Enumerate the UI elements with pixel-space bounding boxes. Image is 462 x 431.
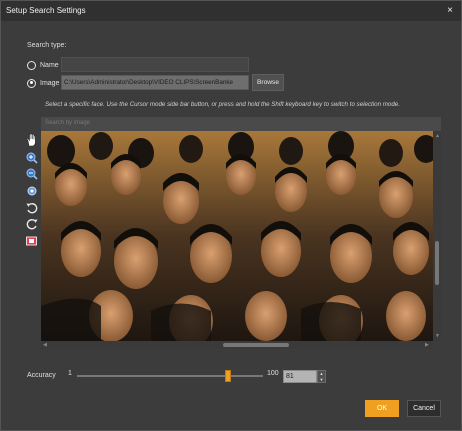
- vertical-scrollbar[interactable]: ▲ ▼: [433, 131, 441, 341]
- image-preview[interactable]: [41, 131, 433, 341]
- window-title: Setup Search Settings: [6, 6, 86, 15]
- spin-down-icon[interactable]: ▼: [318, 377, 325, 382]
- zoom-out-icon[interactable]: [25, 167, 39, 181]
- image-radio-option[interactable]: Image: [27, 76, 59, 90]
- accuracy-max-label: 100: [267, 370, 279, 377]
- image-radio[interactable]: [27, 78, 36, 88]
- ok-button[interactable]: OK: [365, 400, 399, 417]
- zoom-in-icon[interactable]: [25, 151, 39, 165]
- vertical-scroll-thumb[interactable]: [435, 241, 439, 285]
- fit-icon[interactable]: [25, 184, 39, 198]
- accuracy-value-input[interactable]: 81: [283, 370, 317, 383]
- image-header: Search by image: [41, 117, 441, 131]
- clear-selection-icon[interactable]: [25, 234, 39, 248]
- accuracy-min-label: 1: [68, 370, 72, 377]
- instruction-text: Select a specific face. Use the Cursor m…: [45, 101, 400, 108]
- accuracy-spinner: ▲ ▼: [317, 370, 326, 383]
- title-bar: Setup Search Settings ×: [1, 1, 461, 21]
- spin-up-icon[interactable]: ▲: [318, 371, 325, 376]
- close-icon[interactable]: ×: [447, 5, 453, 16]
- crowd-photo: [41, 131, 433, 341]
- horizontal-scrollbar[interactable]: ◀ ▶: [41, 341, 433, 349]
- scroll-left-arrow-icon[interactable]: ◀: [43, 342, 47, 348]
- accuracy-slider-track[interactable]: [77, 375, 263, 377]
- name-field[interactable]: [61, 57, 249, 72]
- search-type-label: Search type:: [27, 42, 67, 49]
- cancel-button[interactable]: Cancel: [407, 400, 441, 417]
- hand-cursor-icon[interactable]: [25, 133, 39, 147]
- name-radio-label: Name: [40, 61, 59, 69]
- horizontal-scroll-thumb[interactable]: [223, 343, 289, 347]
- name-radio[interactable]: [27, 60, 36, 70]
- accuracy-slider-thumb[interactable]: [224, 370, 231, 382]
- image-path-field[interactable]: C:\Users\Administrator\Desktop\VIDEO CLI…: [61, 75, 249, 90]
- image-radio-label: Image: [40, 79, 60, 87]
- rotate-right-icon[interactable]: [25, 217, 39, 231]
- scroll-up-arrow-icon[interactable]: ▲: [435, 133, 440, 139]
- name-radio-option[interactable]: Name: [27, 58, 59, 72]
- setup-search-settings-dialog: Setup Search Settings × Search type: Nam…: [0, 0, 462, 431]
- scroll-right-arrow-icon[interactable]: ▶: [425, 342, 429, 348]
- browse-button[interactable]: Browse: [252, 74, 284, 91]
- accuracy-label: Accuracy: [27, 372, 56, 379]
- rotate-left-icon[interactable]: [25, 201, 39, 215]
- scroll-down-arrow-icon[interactable]: ▼: [435, 333, 440, 339]
